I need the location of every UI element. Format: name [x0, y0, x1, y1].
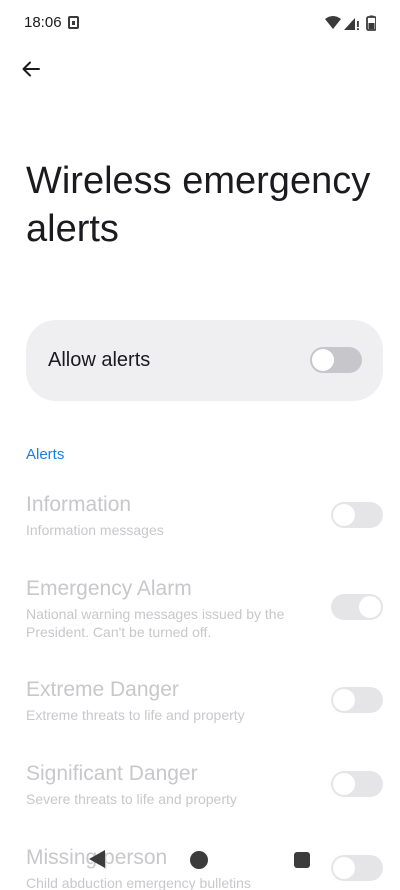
wifi-icon [325, 16, 341, 29]
alert-title: Extreme Danger [26, 678, 179, 701]
signal-alert-icon [357, 21, 359, 27]
alert-item-information[interactable]: Information Information messages [0, 493, 400, 563]
nav-home-icon[interactable] [190, 851, 208, 869]
allow-alerts-row[interactable]: Allow alerts [26, 320, 383, 401]
alert-item-significant-danger[interactable]: Significant Danger Severe threats to lif… [0, 762, 400, 832]
alert-title: Significant Danger [26, 762, 198, 785]
information-switch[interactable] [331, 502, 383, 528]
switch-knob [333, 773, 355, 795]
alert-summary: Severe threats to life and property [26, 791, 237, 807]
status-time: 18:06 [24, 14, 62, 31]
alert-summary: Information messages [26, 522, 164, 538]
switch-knob [312, 349, 334, 371]
alert-item-emergency-alarm: Emergency Alarm National warning message… [0, 577, 400, 647]
sim-icon [68, 16, 79, 29]
extreme-danger-switch[interactable] [331, 687, 383, 713]
switch-knob [333, 689, 355, 711]
signal-icon [344, 18, 355, 30]
battery-icon [366, 15, 376, 31]
alert-title: Emergency Alarm [26, 577, 192, 600]
navigation-bar [0, 834, 400, 890]
alert-title: Information [26, 493, 132, 516]
switch-knob [333, 504, 355, 526]
alert-item-extreme-danger[interactable]: Extreme Danger Extreme threats to life a… [0, 678, 400, 748]
arrow-back-icon [22, 61, 40, 77]
allow-alerts-label: Allow alerts [48, 349, 151, 371]
status-bar: 18:06 [0, 0, 400, 46]
page-title: Wireless emergency alerts [26, 160, 371, 250]
section-header-alerts: Alerts [26, 446, 65, 463]
allow-alerts-switch[interactable] [310, 347, 362, 373]
emergency-alarm-switch [331, 594, 383, 620]
status-icons [325, 15, 376, 31]
alert-summary: National warning messages issued by the … [26, 606, 285, 640]
nav-recents-icon[interactable] [294, 852, 310, 868]
back-button[interactable] [14, 52, 48, 86]
nav-back-icon[interactable] [88, 849, 106, 869]
alert-summary: Extreme threats to life and property [26, 707, 245, 723]
significant-danger-switch[interactable] [331, 771, 383, 797]
switch-knob [359, 596, 381, 618]
